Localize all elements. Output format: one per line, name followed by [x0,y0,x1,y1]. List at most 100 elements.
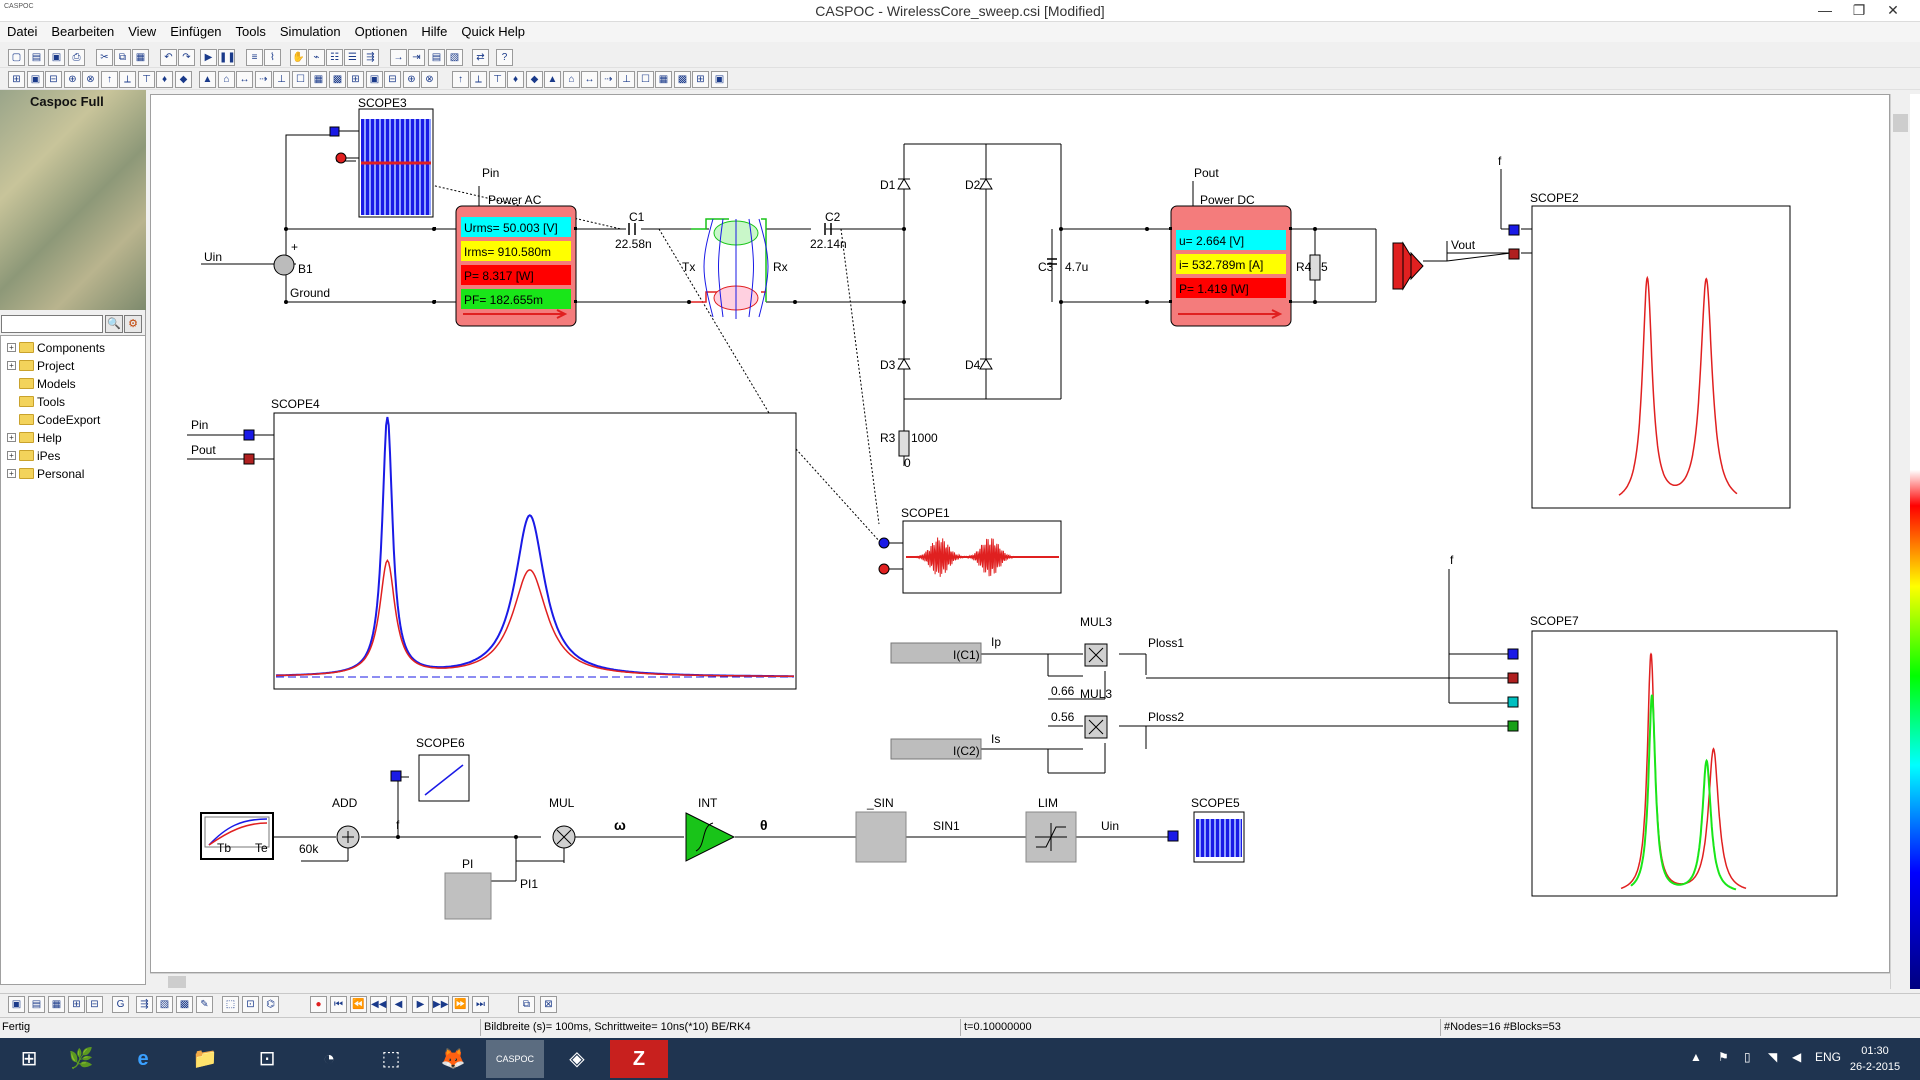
playback-button-24[interactable]: ⊠ [540,996,557,1013]
expand-icon[interactable]: + [7,343,16,352]
restore-button[interactable]: ❐ [1842,0,1876,20]
playback-button-15[interactable]: ⏮ [330,996,347,1013]
component-button-25[interactable]: ⟂ [470,71,487,88]
scope2[interactable] [1508,205,1791,509]
component-button-7[interactable]: ⟂ [119,71,136,88]
toolbar-button-11[interactable]: ❚❚ [218,49,236,66]
playback-button-20[interactable]: ▶▶ [432,996,449,1013]
scope6[interactable] [390,754,470,802]
tray-volume-icon[interactable]: ◀ [1792,1050,1801,1064]
playback-button-21[interactable]: ⏩ [452,996,469,1013]
minimize-button[interactable]: — [1808,0,1842,20]
playback-button-8[interactable]: ▧ [156,996,173,1013]
taskbar-internet-explorer[interactable]: e [114,1040,172,1078]
expand-icon[interactable]: + [7,433,16,442]
component-button-2[interactable]: ▣ [27,71,44,88]
component-button-19[interactable]: ⊞ [347,71,364,88]
tree-item-models[interactable]: Models [7,375,76,392]
tray-clock[interactable]: 01:30 26-2-2015 [1840,1043,1910,1075]
adder-block[interactable] [336,825,360,849]
library-search-input[interactable] [1,315,103,333]
toolbar-button-18[interactable]: ⇶ [362,49,379,66]
library-options-icon[interactable]: ⚙ [124,315,142,333]
menu-einfuegen[interactable]: Einfügen [163,22,228,41]
playback-button-18[interactable]: ◀ [390,996,407,1013]
resistor-r3[interactable] [898,430,910,457]
tray-battery-icon[interactable]: ▯ [1744,1050,1751,1064]
toolbar-button-12[interactable]: ≡ [246,49,263,66]
expand-icon[interactable]: + [7,361,16,370]
tree-item-project[interactable]: + Project [7,357,74,374]
taskbar-store[interactable]: ⊡ [238,1040,296,1078]
playback-button-13[interactable]: ⌬ [262,996,279,1013]
toolbar-button-16[interactable]: ☷ [326,49,343,66]
tree-item-ipes[interactable]: + iPes [7,447,60,464]
integrator-int[interactable] [685,812,736,862]
tray-network-icon[interactable]: ◥ [1768,1050,1777,1064]
component-button-16[interactable]: ☐ [292,71,309,88]
taskbar-app-6[interactable]: ⬚ [362,1040,420,1078]
scope7[interactable] [1507,630,1838,897]
taskbar-filezilla[interactable]: Z [610,1040,668,1078]
scroll-thumb[interactable] [1893,114,1908,132]
playback-button-17[interactable]: ◀◀ [370,996,387,1013]
component-button-9[interactable]: ♦ [156,71,173,88]
menu-hilfe[interactable]: Hilfe [414,22,454,41]
component-button-26[interactable]: ⊤ [489,71,506,88]
taskbar-caspoc[interactable]: CASPOC [486,1040,544,1078]
playback-button-1[interactable]: ▣ [8,996,25,1013]
component-button-12[interactable]: ⌂ [218,71,235,88]
expand-icon[interactable]: + [7,469,16,478]
schematic-drawing[interactable]: SCOPE3 Pin Power AC Uin + B1 Ground Urms… [151,95,1890,973]
taskbar-app-1[interactable]: 🌿 [52,1040,110,1078]
component-button-11[interactable]: ▲ [199,71,216,88]
taskbar-app-9[interactable]: ◈ [548,1040,606,1078]
component-button-23[interactable]: ⊗ [421,71,438,88]
scope4[interactable] [187,412,797,690]
component-button-18[interactable]: ▩ [329,71,346,88]
playback-button-22[interactable]: ⏭ [472,996,489,1013]
playback-button-14[interactable]: ● [310,996,327,1013]
tree-item-personal[interactable]: + Personal [7,465,84,482]
component-button-37[interactable]: ⊞ [692,71,709,88]
output-amplifier[interactable] [1392,241,1424,291]
toolbar-button-5[interactable]: ✂ [96,49,113,66]
horizontal-scrollbar[interactable] [150,973,1890,989]
scope3[interactable] [329,108,434,218]
scope5[interactable] [1167,811,1245,863]
component-button-1[interactable]: ⊞ [8,71,25,88]
wireless-transformer[interactable] [691,218,769,319]
menu-view[interactable]: View [121,22,163,41]
component-button-5[interactable]: ⊗ [82,71,99,88]
component-button-34[interactable]: ☐ [637,71,654,88]
scroll-thumb[interactable] [168,976,186,988]
component-button-28[interactable]: ◆ [526,71,543,88]
multiplier-mul3[interactable] [1084,643,1108,667]
playback-button-5[interactable]: ⊟ [86,996,103,1013]
tray-flag-icon[interactable]: ⚑ [1718,1050,1729,1064]
toolbar-button-24[interactable]: ? [496,49,513,66]
menu-optionen[interactable]: Optionen [348,22,415,41]
playback-button-11[interactable]: ⬚ [222,996,239,1013]
toolbar-button-7[interactable]: ▦ [132,49,149,66]
component-button-22[interactable]: ⊕ [403,71,420,88]
component-button-17[interactable]: ▦ [310,71,327,88]
component-button-21[interactable]: ⊟ [384,71,401,88]
component-button-33[interactable]: ⊥ [618,71,635,88]
toolbar-button-23[interactable]: ⇄ [472,49,489,66]
taskbar-app-5[interactable]: ◔ [300,1040,358,1078]
toolbar-button-14[interactable]: ✋ [290,49,307,66]
menu-quick-help[interactable]: Quick Help [454,22,532,41]
component-button-3[interactable]: ⊟ [45,71,62,88]
toolbar-button-22[interactable]: ▧ [446,49,463,66]
menu-bearbeiten[interactable]: Bearbeiten [44,22,121,41]
component-button-6[interactable]: ↑ [101,71,118,88]
component-button-24[interactable]: ↑ [452,71,469,88]
playback-button-12[interactable]: ⊡ [242,996,259,1013]
component-button-30[interactable]: ⌂ [563,71,580,88]
toolbar-button-15[interactable]: ⌁ [308,49,325,66]
component-button-20[interactable]: ▣ [366,71,383,88]
tray-language[interactable]: ENG [1815,1050,1841,1064]
taskbar-file-explorer[interactable]: 📁 [176,1040,234,1078]
toolbar-button-13[interactable]: ⌇ [264,49,281,66]
